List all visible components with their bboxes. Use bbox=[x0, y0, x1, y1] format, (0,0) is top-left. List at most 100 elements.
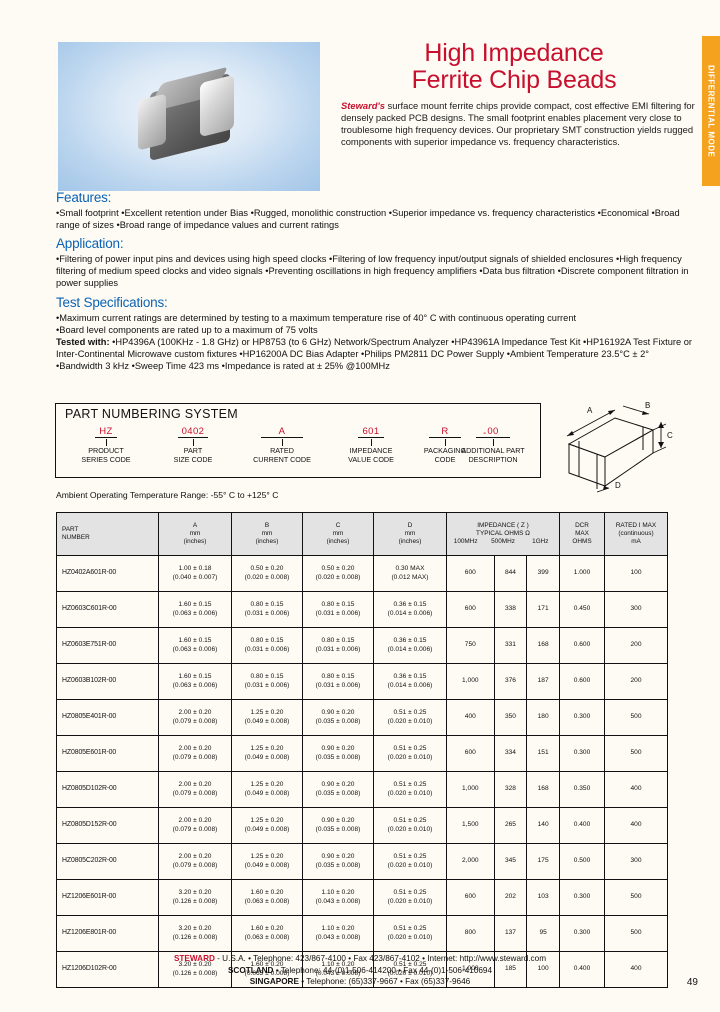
cell-part-number: HZ0805E401R-00 bbox=[56, 699, 159, 736]
pn-code-part-size: 0402 bbox=[177, 426, 209, 438]
header-dim-a-letter: A bbox=[192, 522, 198, 530]
cell-impedance-1ghz: 171 bbox=[526, 591, 560, 628]
page-number: 49 bbox=[686, 977, 698, 988]
cell-dim-b: 0.50 ± 0.20 (0.020 ± 0.008) bbox=[231, 555, 303, 592]
header-imax-l3: mA bbox=[631, 537, 641, 545]
drawing-label-d: D bbox=[615, 481, 621, 490]
cell-dim-b: 1.25 ± 0.20 (0.049 ± 0.008) bbox=[231, 807, 303, 844]
cell-impedance-100mhz: 600 bbox=[446, 591, 495, 628]
cell-rated-imax: 500 bbox=[604, 699, 668, 736]
brand-name: Steward's bbox=[341, 100, 385, 111]
header-dcr-l1: DCR bbox=[575, 522, 589, 530]
page-title: High Impedance Ferrite Chip Beads bbox=[330, 40, 698, 94]
table-row: HZ0805E601R-00 2.00 ± 0.20 (0.079 ± 0.008)… bbox=[56, 735, 668, 772]
cell-dim-b: 1.60 ± 0.20 (0.063 ± 0.008) bbox=[231, 879, 303, 916]
table-row: HZ1206E601R-00 3.20 ± 0.20 (0.126 ± 0.008)… bbox=[56, 879, 668, 916]
table-row: HZ0805E401R-00 2.00 ± 0.20 (0.079 ± 0.008)… bbox=[56, 699, 668, 736]
header-dcr-l2: MAX bbox=[575, 530, 589, 538]
footer-singapore-text: • Telephone: (65)337-9667 • Fax (65)337-… bbox=[298, 977, 471, 986]
cell-rated-imax: 400 bbox=[604, 807, 668, 844]
cell-part-number: HZ1206E801R-00 bbox=[56, 915, 159, 952]
table-row: HZ0603E751R-00 1.60 ± 0.15 (0.063 ± 0.006)… bbox=[56, 627, 668, 664]
part-numbering-title: PART NUMBERING SYSTEM bbox=[65, 407, 238, 421]
side-tab-label: DIFFERENTIAL MODE bbox=[706, 64, 716, 158]
header-impedance-1ghz: 1GHz bbox=[532, 537, 549, 545]
cell-impedance-500mhz: 334 bbox=[493, 735, 528, 772]
cell-part-number: HZ0805D102R-00 bbox=[56, 771, 159, 808]
cell-rated-imax: 500 bbox=[604, 735, 668, 772]
cell-impedance-100mhz: 600 bbox=[446, 879, 495, 916]
cell-impedance-500mhz: 328 bbox=[493, 771, 528, 808]
test-tested-with: Tested with: •HP4396A (100KHz - 1.8 GHz)… bbox=[56, 336, 694, 373]
test-specifications-heading: Test Specifications: bbox=[56, 295, 168, 310]
features-text: •Small footprint •Excellent retention un… bbox=[56, 208, 680, 231]
header-impedance-100mhz: 100MHz bbox=[453, 537, 478, 545]
cell-impedance-1ghz: 187 bbox=[526, 663, 560, 700]
cell-dcr-max: 0.350 bbox=[559, 771, 605, 808]
cell-impedance-500mhz: 331 bbox=[493, 627, 528, 664]
cell-part-number: HZ0805D152R-00 bbox=[56, 807, 159, 844]
cell-dim-d: 0.51 ± 0.25 (0.020 ± 0.010) bbox=[373, 771, 447, 808]
cell-dim-c: 0.80 ± 0.15 (0.031 ± 0.006) bbox=[302, 663, 374, 700]
cell-part-number: HZ0603B102R-00 bbox=[56, 663, 159, 700]
cell-impedance-500mhz: 376 bbox=[493, 663, 528, 700]
product-photo bbox=[58, 42, 320, 191]
side-tab-differential-mode: DIFFERENTIAL MODE bbox=[702, 36, 720, 186]
cell-dim-d: 0.30 MAX (0.012 MAX) bbox=[373, 555, 447, 592]
cell-dim-a: 2.00 ± 0.20 (0.079 ± 0.008) bbox=[158, 735, 232, 772]
cell-dim-d: 0.51 ± 0.25 (0.020 ± 0.010) bbox=[373, 735, 447, 772]
header-dim-c: C mm (inches) bbox=[302, 512, 374, 556]
pn-code-additional: 00 bbox=[476, 426, 510, 438]
cell-rated-imax: 500 bbox=[604, 879, 668, 916]
pn-field-rated-current: A RATED CURRENT CODE bbox=[234, 426, 330, 464]
header-impedance-l2: TYPICAL OHMS Ω bbox=[476, 530, 530, 538]
cell-dim-a: 2.00 ± 0.20 (0.079 ± 0.008) bbox=[158, 807, 232, 844]
application-text: •Filtering of power input pins and devic… bbox=[56, 254, 689, 289]
cell-dim-d: 0.51 ± 0.25 (0.020 ± 0.010) bbox=[373, 915, 447, 952]
cell-impedance-500mhz: 137 bbox=[493, 915, 528, 952]
footer-usa-text: - U.S.A. • Telephone: 423/867-4100 • Fax… bbox=[214, 954, 547, 963]
chip-terminal-right bbox=[200, 74, 234, 138]
cell-part-number: HZ1206E601R-00 bbox=[56, 879, 159, 916]
cell-dim-c: 1.10 ± 0.20 (0.043 ± 0.008) bbox=[302, 879, 374, 916]
tested-with-text: •HP4396A (100KHz - 1.8 GHz) or HP8753 (t… bbox=[56, 337, 693, 372]
pn-tick bbox=[492, 439, 494, 446]
cell-rated-imax: 300 bbox=[604, 591, 668, 628]
header-rated-imax: RATED I MAX (continuous) mA bbox=[604, 512, 668, 556]
cell-impedance-1ghz: 151 bbox=[526, 735, 560, 772]
pn-tick bbox=[105, 439, 107, 446]
title-line-1: High Impedance bbox=[424, 39, 604, 67]
cell-dim-c: 0.90 ± 0.20 (0.035 ± 0.008) bbox=[302, 699, 374, 736]
header-impedance-500mhz: 500MHz bbox=[491, 537, 515, 545]
cell-part-number: HZ0603E751R-00 bbox=[56, 627, 159, 664]
pn-label-2: DESCRIPTION bbox=[468, 454, 518, 464]
cell-dim-b: 0.80 ± 0.15 (0.031 ± 0.006) bbox=[231, 663, 303, 700]
cell-rated-imax: 200 bbox=[604, 627, 668, 664]
cell-part-number: HZ0603C601R-00 bbox=[56, 591, 159, 628]
specifications-table-body: HZ0402A601R-00 1.00 ± 0.18 (0.040 ± 0.007)… bbox=[56, 555, 668, 988]
cell-impedance-500mhz: 345 bbox=[493, 843, 528, 880]
cell-impedance-500mhz: 844 bbox=[493, 555, 528, 592]
cell-dim-d: 0.51 ± 0.25 (0.020 ± 0.010) bbox=[373, 843, 447, 880]
pn-field-additional-description: 00 ADDITIONAL PART DESCRIPTION bbox=[448, 426, 538, 464]
table-row: HZ0402A601R-00 1.00 ± 0.18 (0.040 ± 0.007)… bbox=[56, 555, 668, 592]
footer-scotland-label: SCOTLAND bbox=[227, 965, 274, 975]
datasheet-page: DIFFERENTIAL MODE High Impedance Ferrite… bbox=[0, 0, 720, 1012]
header-imax-l1: RATED I MAX bbox=[615, 522, 657, 530]
cell-impedance-500mhz: 350 bbox=[493, 699, 528, 736]
cell-dcr-max: 0.500 bbox=[559, 843, 605, 880]
drawing-label-a: A bbox=[587, 406, 593, 415]
cell-impedance-100mhz: 600 bbox=[446, 735, 495, 772]
table-row: HZ0805D152R-00 2.00 ± 0.20 (0.079 ± 0.008)… bbox=[56, 807, 668, 844]
application-heading: Application: bbox=[56, 236, 124, 251]
cell-dim-a: 3.20 ± 0.20 (0.126 ± 0.008) bbox=[158, 915, 232, 952]
cell-impedance-1ghz: 399 bbox=[526, 555, 560, 592]
cell-dcr-max: 0.600 bbox=[559, 663, 605, 700]
cell-impedance-1ghz: 140 bbox=[526, 807, 560, 844]
cell-dim-a: 2.00 ± 0.20 (0.079 ± 0.008) bbox=[158, 699, 232, 736]
table-row: HZ0805D102R-00 2.00 ± 0.20 (0.079 ± 0.008)… bbox=[56, 771, 668, 808]
pn-code-impedance-value: 601 bbox=[358, 426, 384, 438]
table-row: HZ0805C202R-00 2.00 ± 0.20 (0.079 ± 0.008)… bbox=[56, 843, 668, 880]
footer-scotland-line: SCOTLAND • Telephone: 44-(0)1-506-414200… bbox=[0, 965, 720, 977]
footer-singapore-line: SINGAPORE • Telephone: (65)337-9667 • Fa… bbox=[0, 976, 720, 988]
